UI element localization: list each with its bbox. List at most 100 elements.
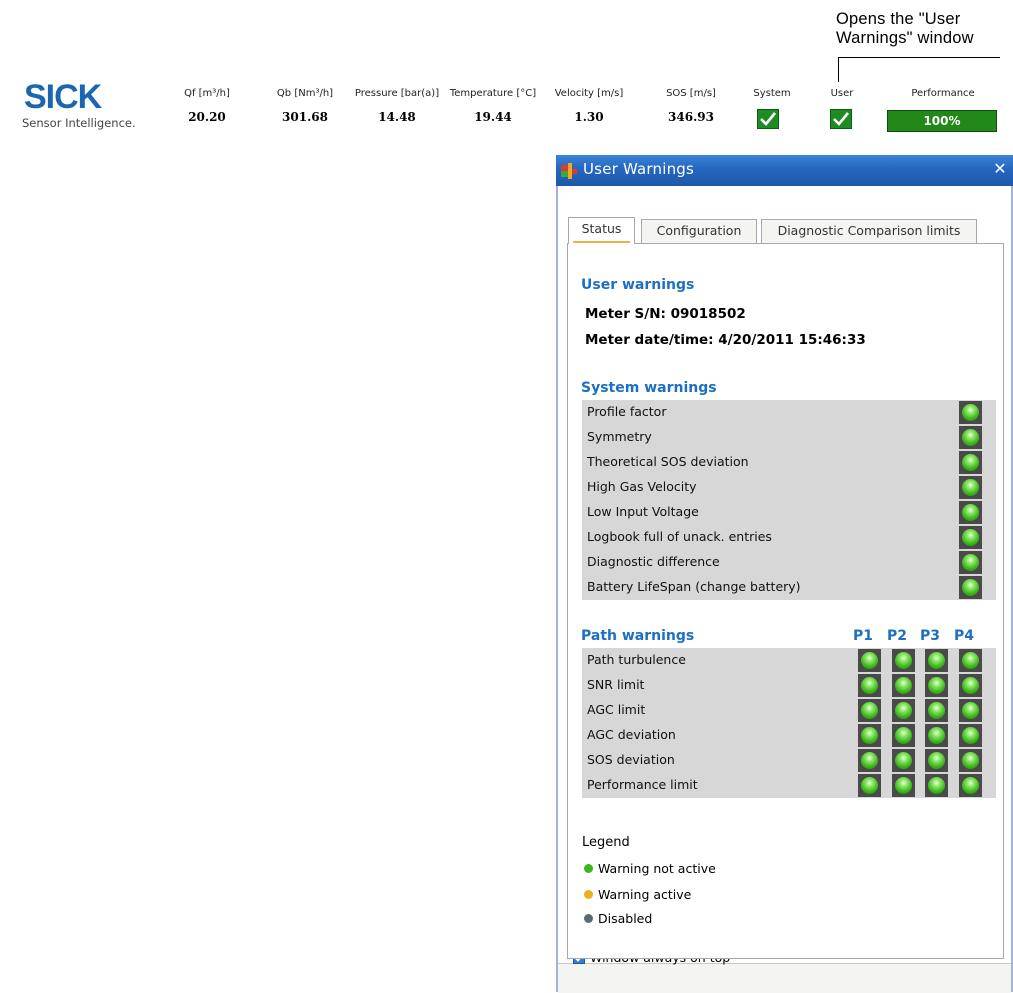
warning-label: Theoretical SOS deviation xyxy=(587,454,749,469)
warning-label: High Gas Velocity xyxy=(587,479,697,494)
legend-label: Warning not active xyxy=(598,861,716,876)
tab-status[interactable]: Status xyxy=(568,217,635,244)
system-status-label: System xyxy=(753,88,791,99)
user-warnings-button[interactable] xyxy=(830,109,852,129)
status-led-icon xyxy=(858,749,881,772)
close-icon[interactable]: ✕ xyxy=(991,160,1009,178)
system-warning-row: Low Input Voltage xyxy=(582,500,996,525)
warning-label: SOS deviation xyxy=(587,752,675,767)
warning-label: Path turbulence xyxy=(587,652,686,667)
system-warning-row: Diagnostic difference xyxy=(582,550,996,575)
meter-date-time: Meter date/time: 4/20/2011 15:46:33 xyxy=(585,332,866,348)
status-led-icon xyxy=(892,649,915,672)
path-warnings-title: Path warnings xyxy=(581,628,695,644)
user-status-label: User xyxy=(830,88,854,99)
tab-configuration[interactable]: Configuration xyxy=(641,219,757,243)
legend-item: Warning not active xyxy=(584,861,716,876)
system-status: System xyxy=(745,88,799,99)
status-led-icon xyxy=(959,451,982,474)
warning-label: Symmetry xyxy=(587,429,652,444)
system-warning-row: Symmetry xyxy=(582,425,996,450)
status-led-icon xyxy=(959,674,982,697)
status-led-icon xyxy=(959,526,982,549)
status-led-icon xyxy=(959,749,982,772)
app-icon xyxy=(561,163,577,179)
meas-temperature-label: Temperature [°C] xyxy=(449,88,537,99)
system-check-button[interactable] xyxy=(757,109,779,129)
window-body: Status Configuration Diagnostic Comparis… xyxy=(556,186,1013,993)
system-warning-row: High Gas Velocity xyxy=(582,475,996,500)
warning-label: SNR limit xyxy=(587,677,645,692)
callout-line xyxy=(838,57,1000,58)
status-led-icon xyxy=(858,699,881,722)
logo-brand: SICK xyxy=(24,78,102,116)
warning-label: Low Input Voltage xyxy=(587,504,699,519)
meas-qf-value: 20.20 xyxy=(188,110,226,124)
path-header-p2: P2 xyxy=(886,628,907,644)
meas-temperature: Temperature [°C] 19.44 xyxy=(448,88,538,124)
system-warning-row: Profile factor xyxy=(582,400,996,425)
warning-label: AGC deviation xyxy=(587,727,676,742)
status-led-icon xyxy=(959,501,982,524)
green-dot-icon xyxy=(584,864,593,873)
path-warning-row: SOS deviation xyxy=(582,748,996,773)
system-warnings-title: System warnings xyxy=(581,380,717,396)
status-led-icon xyxy=(959,699,982,722)
status-led-icon xyxy=(892,699,915,722)
callout-annotation: Opens the "User Warnings" window xyxy=(836,10,974,47)
status-led-icon xyxy=(959,426,982,449)
performance-status: Performance xyxy=(900,88,986,99)
system-warning-row: Theoretical SOS deviation xyxy=(582,450,996,475)
status-panel: User warnings Meter S/N: 09018502 Meter … xyxy=(567,243,1004,959)
window-title: User Warnings xyxy=(583,160,695,178)
status-led-icon xyxy=(892,774,915,797)
meas-sos-label: SOS [m/s] xyxy=(666,88,716,99)
path-warning-row: Performance limit xyxy=(582,773,996,798)
warning-label: AGC limit xyxy=(587,702,646,717)
path-warning-row: SNR limit xyxy=(582,673,996,698)
yellow-dot-icon xyxy=(584,890,593,899)
status-led-icon xyxy=(892,749,915,772)
status-led-icon xyxy=(959,774,982,797)
status-led-icon xyxy=(925,649,948,672)
meas-temperature-value: 19.44 xyxy=(474,110,512,124)
window-titlebar[interactable]: User Warnings ✕ xyxy=(556,155,1013,186)
status-led-icon xyxy=(892,674,915,697)
tab-diagnostic-comparison-limits[interactable]: Diagnostic Comparison limits xyxy=(761,219,977,243)
meas-qb: Qb [Nm³/h] 301.68 xyxy=(265,88,345,124)
user-warnings-title: User warnings xyxy=(581,277,695,293)
meas-sos: SOS [m/s] 346.93 xyxy=(654,88,728,124)
status-led-icon xyxy=(959,724,982,747)
warning-label: Profile factor xyxy=(587,404,667,419)
meas-velocity-label: Velocity [m/s] xyxy=(554,88,624,99)
legend-label: Disabled xyxy=(598,911,653,926)
path-header-p1: P1 xyxy=(852,628,873,644)
user-status: User xyxy=(822,88,862,99)
status-led-icon xyxy=(858,674,881,697)
logo-tagline: Sensor Intelligence. xyxy=(22,116,136,130)
warning-label: Performance limit xyxy=(587,777,698,792)
warning-label: Logbook full of unack. entries xyxy=(587,529,772,544)
checkmark-icon xyxy=(833,112,850,126)
status-led-icon xyxy=(858,649,881,672)
legend-item: Warning active xyxy=(584,887,691,902)
grey-dot-icon xyxy=(584,914,593,923)
path-warning-row: Path turbulence xyxy=(582,648,996,673)
status-led-icon xyxy=(959,401,982,424)
status-led-icon xyxy=(959,576,982,599)
status-led-icon xyxy=(925,724,948,747)
meas-pressure-value: 14.48 xyxy=(378,110,416,124)
meas-sos-value: 346.93 xyxy=(668,110,714,124)
status-led-icon xyxy=(858,774,881,797)
path-header-p4: P4 xyxy=(953,628,974,644)
meas-velocity-value: 1.30 xyxy=(574,110,604,124)
status-led-icon xyxy=(959,649,982,672)
path-warning-row: AGC deviation xyxy=(582,723,996,748)
status-led-icon xyxy=(925,674,948,697)
meas-velocity: Velocity [m/s] 1.30 xyxy=(550,88,628,124)
status-led-icon xyxy=(959,551,982,574)
callout-pointer xyxy=(838,57,839,82)
meter-serial-number: Meter S/N: 09018502 xyxy=(585,306,746,322)
legend-title: Legend xyxy=(582,835,630,850)
path-header-p3: P3 xyxy=(919,628,940,644)
